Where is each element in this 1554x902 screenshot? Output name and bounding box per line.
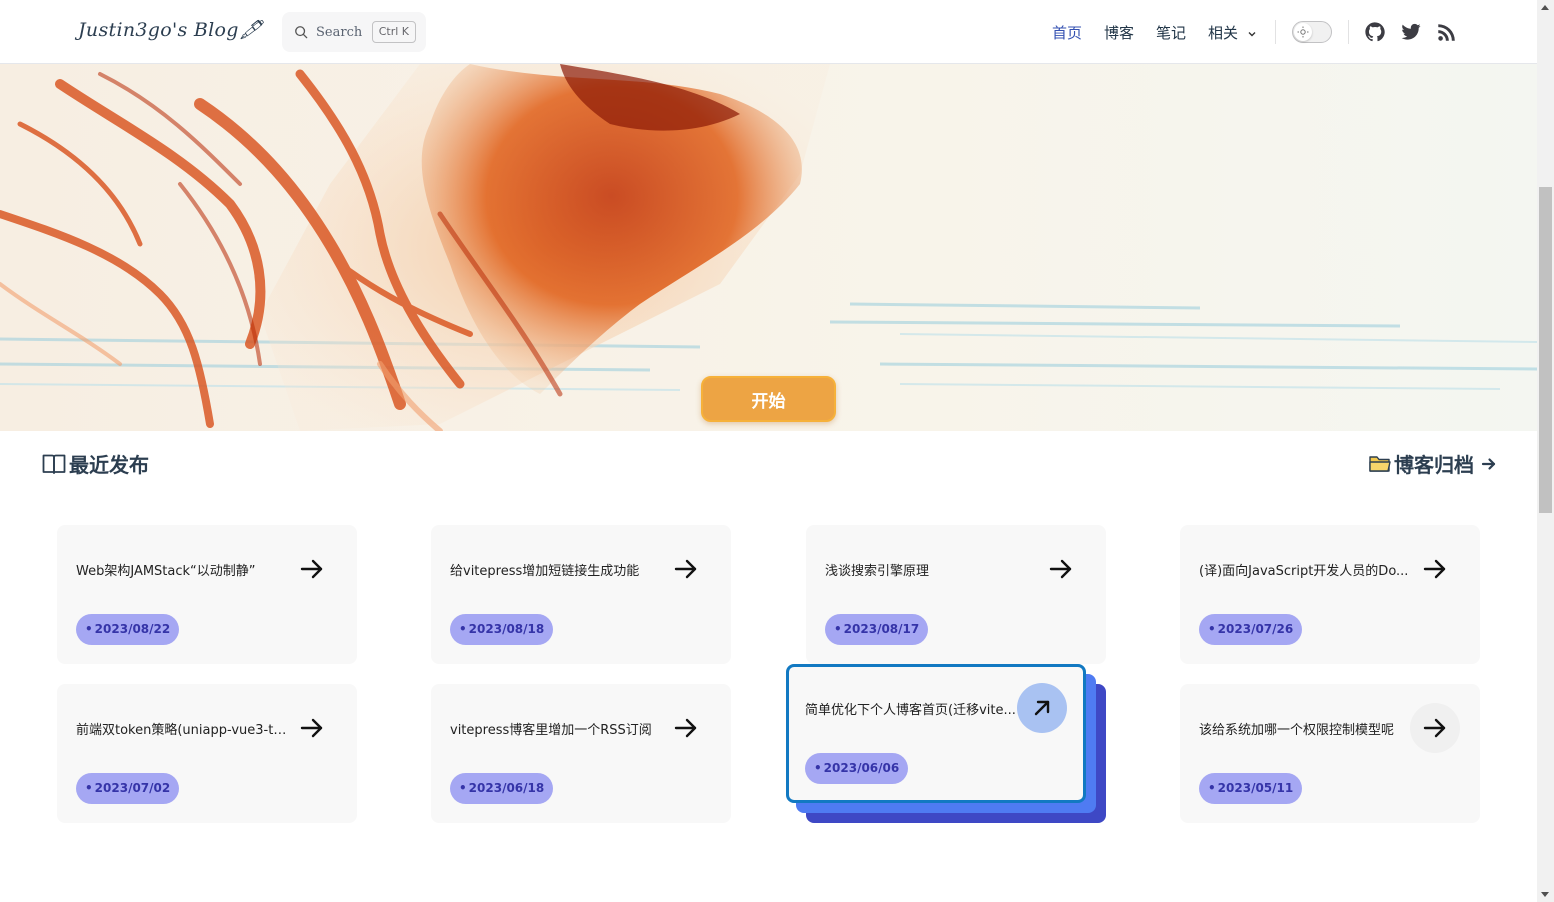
sun-icon: [1294, 23, 1312, 41]
search-placeholder: Search: [316, 24, 363, 40]
post-card[interactable]: 前端双token策略(uniapp-vue3-ts... 2023/07/02: [57, 684, 357, 823]
post-card[interactable]: 该给系统加哪一个权限控制模型呢 2023/05/11: [1180, 684, 1480, 823]
post-title: vitepress博客里增加一个RSS订阅: [450, 723, 652, 738]
post-card-hovered[interactable]: 简单优化下个人博客首页(迁移vite... 2023/06/06: [786, 664, 1086, 803]
arrow-right-icon: [1481, 457, 1496, 470]
site-logo[interactable]: Justin3go's Blog🖋: [78, 18, 263, 41]
page-scrollbar[interactable]: [1537, 0, 1554, 902]
post-title: 该给系统加哪一个权限控制模型呢: [1199, 723, 1395, 738]
post-date-badge: 2023/06/18: [450, 773, 554, 804]
nav-item-home[interactable]: 首页: [1052, 22, 1082, 43]
post-card[interactable]: 给vitepress增加短链接生成功能 2023/08/18: [431, 525, 731, 664]
post-date-badge: 2023/08/22: [76, 614, 180, 645]
arrow-right-icon: [1423, 559, 1446, 579]
post-open-button[interactable]: [287, 544, 337, 594]
divider: [1275, 20, 1276, 44]
post-title: 前端双token策略(uniapp-vue3-ts...: [76, 723, 289, 738]
arrow-right-icon: [674, 559, 697, 579]
post-date-badge: 2023/07/26: [1199, 614, 1303, 645]
recent-posts-title: 最近发布: [69, 453, 149, 477]
post-title: (译)面向JavaScript开发人员的Do...: [1199, 564, 1409, 579]
recent-posts-heading: 最近发布: [42, 449, 149, 478]
post-open-button[interactable]: [1410, 544, 1460, 594]
scroll-up-icon[interactable]: [1541, 5, 1549, 10]
chevron-down-icon: [1248, 31, 1256, 36]
twitter-icon[interactable]: [1400, 21, 1422, 43]
post-card[interactable]: Web架构JAMStack“以动制静” 2023/08/22: [57, 525, 357, 664]
post-open-button[interactable]: [1036, 544, 1086, 594]
archive-link-label: 博客归档: [1394, 453, 1474, 477]
post-open-button[interactable]: [1410, 703, 1460, 753]
rss-icon[interactable]: [1436, 21, 1458, 43]
arrow-right-icon: [674, 718, 697, 738]
search-icon: [295, 26, 308, 39]
nav-item-blog[interactable]: 博客: [1104, 22, 1134, 43]
nav-item-related-dropdown[interactable]: 相关: [1208, 22, 1257, 43]
scroll-down-icon[interactable]: [1541, 892, 1549, 897]
search-button[interactable]: Search Ctrl K: [282, 12, 426, 52]
post-date-badge: 2023/07/02: [76, 773, 180, 804]
scrollbar-thumb[interactable]: [1539, 187, 1552, 513]
post-title: 给vitepress增加短链接生成功能: [450, 564, 640, 579]
post-title: Web架构JAMStack“以动制静”: [76, 564, 256, 579]
post-date-badge: 2023/08/18: [450, 614, 554, 645]
post-title: 浅谈搜索引擎原理: [825, 564, 930, 579]
hero-banner: 开始: [0, 64, 1537, 431]
post-open-button[interactable]: [661, 544, 711, 594]
post-open-button[interactable]: [661, 703, 711, 753]
book-icon: [42, 454, 66, 474]
search-shortcut: Ctrl K: [371, 21, 416, 43]
nav-item-related-label: 相关: [1208, 24, 1239, 42]
arrow-right-icon: [1423, 718, 1446, 738]
folder-icon: [1369, 455, 1391, 472]
top-navbar: Justin3go's Blog🖋 Search Ctrl K 首页 博客 笔记…: [0, 0, 1537, 64]
archive-link[interactable]: 博客归档: [1369, 449, 1497, 478]
arrow-up-right-icon: [1034, 700, 1050, 716]
post-title: 简单优化下个人博客首页(迁移vite...: [805, 703, 1016, 718]
arrow-right-icon: [300, 718, 323, 738]
post-card[interactable]: (译)面向JavaScript开发人员的Do... 2023/07/26: [1180, 525, 1480, 664]
post-open-button[interactable]: [287, 703, 337, 753]
post-card[interactable]: 浅谈搜索引擎原理 2023/08/17: [806, 525, 1106, 664]
arrow-right-icon: [300, 559, 323, 579]
appearance-toggle[interactable]: [1292, 21, 1332, 43]
post-date-badge: 2023/05/11: [1199, 773, 1303, 804]
post-card[interactable]: vitepress博客里增加一个RSS订阅 2023/06/18: [431, 684, 731, 823]
github-icon[interactable]: [1364, 21, 1386, 43]
post-open-button[interactable]: [1017, 683, 1067, 733]
post-date-badge: 2023/08/17: [825, 614, 929, 645]
divider: [1348, 20, 1349, 44]
start-button[interactable]: 开始: [701, 376, 836, 422]
nav-item-notes[interactable]: 笔记: [1156, 22, 1186, 43]
arrow-right-icon: [1049, 559, 1072, 579]
post-date-badge: 2023/06/06: [805, 753, 909, 784]
